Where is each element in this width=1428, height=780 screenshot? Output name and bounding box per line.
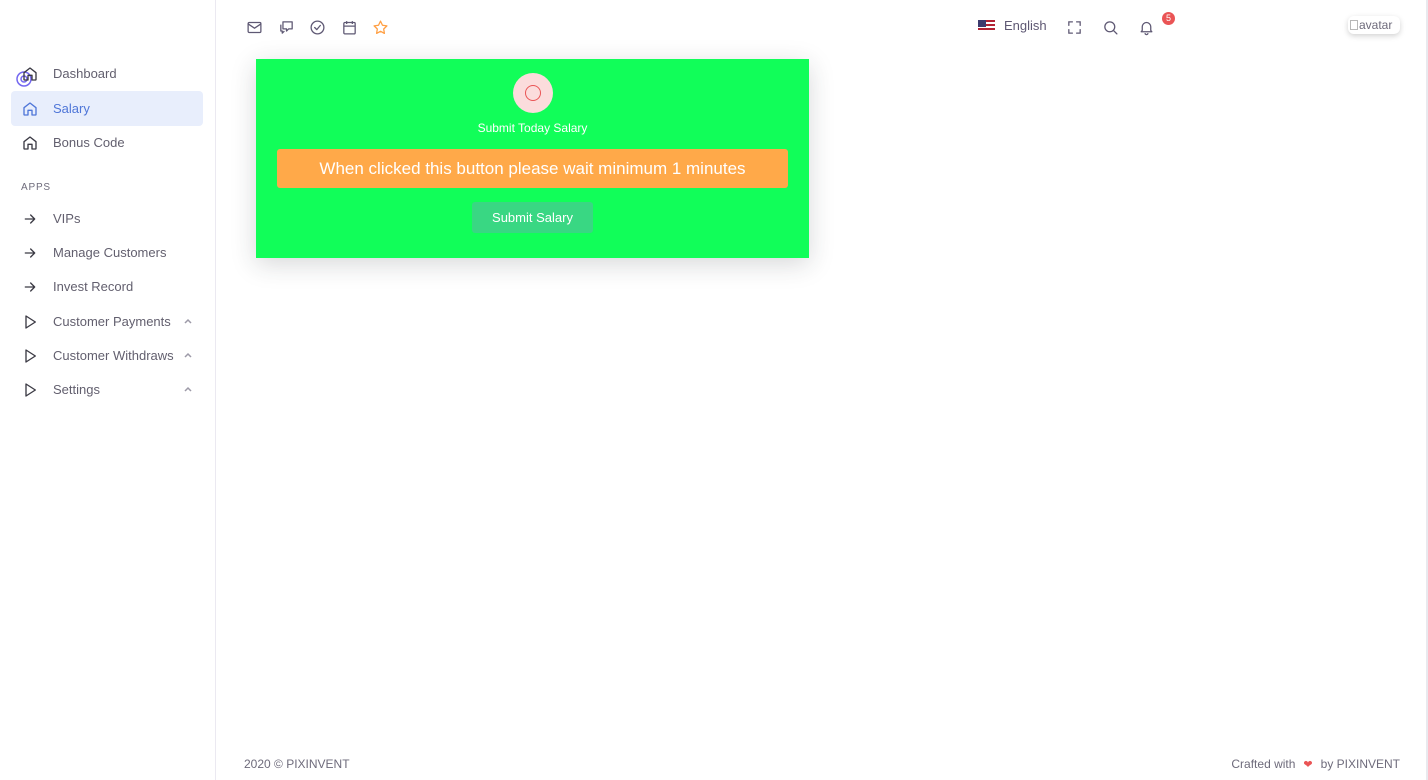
fullscreen-icon[interactable] bbox=[1065, 18, 1083, 36]
submit-salary-button[interactable]: Submit Salary bbox=[472, 202, 593, 233]
wait-notice-alert: When clicked this button please wait min… bbox=[277, 149, 788, 188]
sidebar-item-label: Settings bbox=[53, 382, 100, 397]
sidebar-item-label: Customer Payments bbox=[53, 314, 171, 329]
footer-credits: Crafted with ❤ by PIXINVENT bbox=[1231, 757, 1400, 771]
sidebar-item-customer-payments[interactable]: Customer Payments bbox=[11, 304, 203, 339]
arrow-right-icon bbox=[21, 210, 39, 228]
sidebar-item-label: VIPs bbox=[53, 211, 81, 226]
chevron-up-icon[interactable] bbox=[183, 314, 193, 328]
star-icon[interactable] bbox=[371, 18, 389, 36]
footer-crafted-suffix: by PIXINVENT bbox=[1320, 757, 1400, 771]
footer-crafted-prefix: Crafted with bbox=[1231, 757, 1296, 771]
home-icon bbox=[21, 100, 39, 118]
chat-icon[interactable] bbox=[277, 18, 295, 36]
submit-salary-card: Submit Today Salary When clicked this bu… bbox=[256, 59, 809, 258]
top-navbar: English 5 avatar bbox=[216, 0, 1428, 54]
heart-icon: ❤ bbox=[1303, 758, 1313, 771]
sidebar-item-invest-record[interactable]: Invest Record bbox=[11, 269, 203, 304]
mail-icon[interactable] bbox=[245, 18, 263, 36]
language-label: English bbox=[1004, 18, 1047, 33]
sidebar-item-manage-customers[interactable]: Manage Customers bbox=[11, 235, 203, 270]
sidebar-item-salary[interactable]: Salary bbox=[11, 91, 203, 126]
us-flag-icon bbox=[978, 19, 995, 32]
play-icon bbox=[21, 381, 39, 399]
avatar-alt-text: avatar bbox=[1359, 18, 1393, 32]
broken-image-icon bbox=[1350, 20, 1358, 30]
home-icon bbox=[21, 65, 39, 83]
circle-icon bbox=[513, 73, 553, 113]
home-icon bbox=[21, 134, 39, 152]
arrow-right-icon bbox=[21, 244, 39, 262]
avatar[interactable]: avatar bbox=[1348, 16, 1400, 34]
sidebar-item-label: Invest Record bbox=[53, 279, 134, 294]
sidebar-item-label: Bonus Code bbox=[53, 135, 125, 150]
calendar-icon[interactable] bbox=[340, 18, 358, 36]
notification-badge: 5 bbox=[1162, 12, 1175, 25]
card-title: Submit Today Salary bbox=[477, 121, 588, 135]
footer-copyright: 2020 © PIXINVENT bbox=[244, 757, 350, 771]
language-dropdown[interactable]: English bbox=[978, 18, 1047, 33]
chevron-up-icon[interactable] bbox=[183, 348, 193, 362]
sidebar-item-dashboard[interactable]: Dashboard bbox=[11, 56, 203, 91]
sidebar: Dashboard Salary Bonus Code APPS VIPs Ma… bbox=[0, 0, 216, 780]
chevron-up-icon[interactable] bbox=[183, 382, 193, 396]
play-icon bbox=[21, 313, 39, 331]
search-icon[interactable] bbox=[1101, 18, 1119, 36]
bell-icon[interactable] bbox=[1137, 18, 1155, 36]
arrow-right-icon bbox=[21, 278, 39, 296]
check-circle-icon[interactable] bbox=[308, 18, 326, 36]
sidebar-item-bonus-code[interactable]: Bonus Code bbox=[11, 125, 203, 160]
sidebar-item-vips[interactable]: VIPs bbox=[11, 201, 203, 236]
sidebar-item-label: Dashboard bbox=[53, 66, 117, 81]
sidebar-item-label: Customer Withdraws bbox=[53, 348, 174, 363]
sidebar-item-settings[interactable]: Settings bbox=[11, 372, 203, 407]
sidebar-item-label: Manage Customers bbox=[53, 245, 167, 260]
sidebar-section-header: APPS bbox=[21, 182, 51, 193]
sidebar-item-customer-withdraws[interactable]: Customer Withdraws bbox=[11, 338, 203, 373]
play-icon bbox=[21, 347, 39, 365]
sidebar-item-label: Salary bbox=[53, 101, 90, 116]
